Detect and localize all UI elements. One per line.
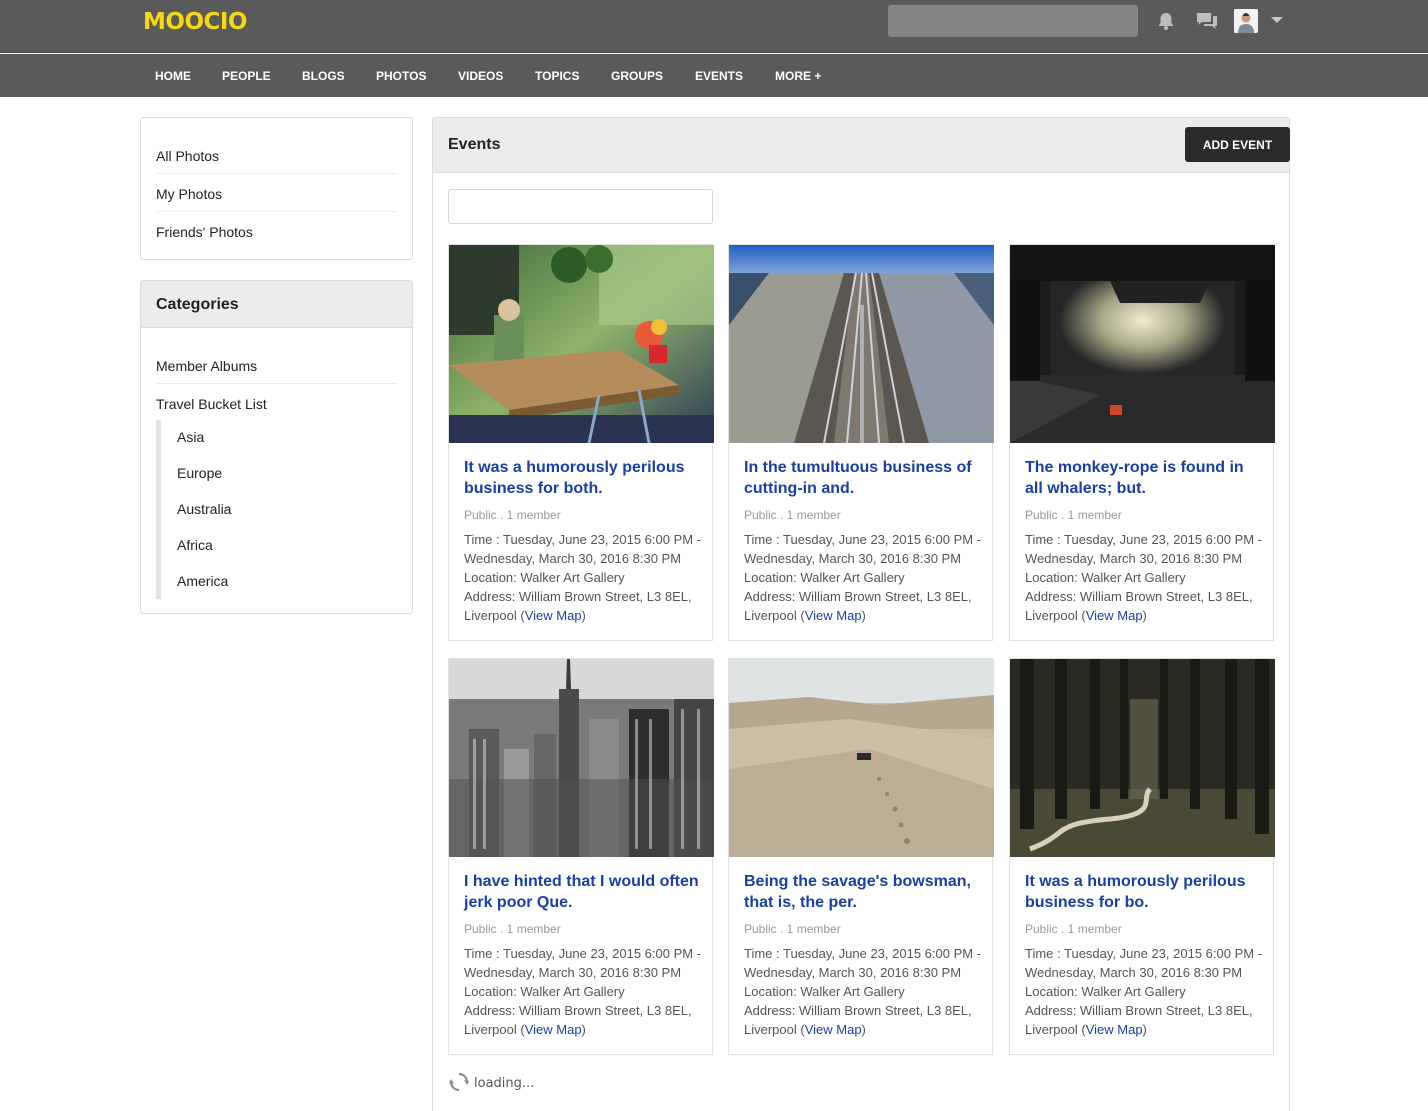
event-image[interactable] bbox=[729, 659, 994, 857]
categories-title: Categories bbox=[141, 281, 412, 328]
event-time: Time : Tuesday, June 23, 2015 6:00 PM - … bbox=[1025, 946, 1263, 980]
event-meta: Public . 1 member bbox=[1025, 508, 1122, 522]
categories-box: Categories Member Albums Travel Bucket L… bbox=[140, 280, 413, 614]
category-member-albums[interactable]: Member Albums bbox=[156, 346, 397, 384]
nav-home[interactable]: HOME bbox=[155, 69, 191, 83]
event-title[interactable]: The monkey-rope is found in all whalers;… bbox=[1025, 457, 1261, 499]
top-bar: MOOCIO bbox=[0, 0, 1428, 53]
event-title[interactable]: Being the savage's bowsman, that is, the… bbox=[744, 871, 980, 913]
sidebar-item-my-photos[interactable]: My Photos bbox=[156, 174, 397, 212]
bell-icon[interactable] bbox=[1155, 10, 1177, 32]
event-address: Address: William Brown Street, L3 8EL, L… bbox=[1025, 1001, 1265, 1039]
event-info: Time : Tuesday, June 23, 2015 6:00 PM - … bbox=[464, 530, 704, 625]
event-location: Location: Walker Art Gallery bbox=[744, 570, 905, 585]
view-map-link[interactable]: View Map bbox=[1086, 608, 1143, 623]
event-search-input[interactable] bbox=[448, 189, 713, 224]
event-time: Time : Tuesday, June 23, 2015 6:00 PM - … bbox=[744, 532, 982, 566]
add-event-button[interactable]: ADD EVENT bbox=[1185, 127, 1290, 162]
event-card[interactable]: It was a humorously perilous business fo… bbox=[448, 244, 714, 641]
search-input[interactable] bbox=[888, 5, 1138, 37]
nav-topics[interactable]: TOPICS bbox=[535, 69, 579, 83]
chat-icon[interactable] bbox=[1196, 10, 1218, 32]
view-map-link[interactable]: View Map bbox=[525, 1022, 582, 1037]
main-nav: HOME PEOPLE BLOGS PHOTOS VIDEOS TOPICS G… bbox=[0, 54, 1428, 97]
event-address: Address: William Brown Street, L3 8EL, L… bbox=[464, 587, 704, 625]
event-image[interactable] bbox=[729, 245, 994, 443]
event-address-end: ) bbox=[861, 1022, 866, 1037]
subcategory-australia[interactable]: Australia bbox=[177, 501, 231, 517]
view-map-link[interactable]: View Map bbox=[525, 608, 582, 623]
event-time: Time : Tuesday, June 23, 2015 6:00 PM - … bbox=[464, 946, 702, 980]
sidebar-item-friends-photos[interactable]: Friends' Photos bbox=[156, 212, 397, 250]
event-meta: Public . 1 member bbox=[744, 922, 841, 936]
event-location: Location: Walker Art Gallery bbox=[1025, 984, 1186, 999]
event-info: Time : Tuesday, June 23, 2015 6:00 PM - … bbox=[744, 944, 984, 1039]
event-location: Location: Walker Art Gallery bbox=[464, 984, 625, 999]
event-meta: Public . 1 member bbox=[464, 922, 561, 936]
event-address-end: ) bbox=[1142, 1022, 1147, 1037]
event-location: Location: Walker Art Gallery bbox=[1025, 570, 1186, 585]
subcategory-europe[interactable]: Europe bbox=[177, 465, 222, 481]
events-header: Events ADD EVENT bbox=[433, 118, 1290, 173]
nav-people[interactable]: PEOPLE bbox=[222, 69, 271, 83]
event-address-end: ) bbox=[581, 1022, 586, 1037]
event-info: Time : Tuesday, June 23, 2015 6:00 PM - … bbox=[464, 944, 704, 1039]
nav-blogs[interactable]: BLOGS bbox=[302, 69, 345, 83]
subcategory-asia[interactable]: Asia bbox=[177, 429, 204, 445]
nav-videos[interactable]: VIDEOS bbox=[458, 69, 503, 83]
event-location: Location: Walker Art Gallery bbox=[464, 570, 625, 585]
event-card[interactable]: In the tumultuous business of cutting-in… bbox=[728, 244, 994, 641]
subcategory-africa[interactable]: Africa bbox=[177, 537, 213, 553]
sidebar-item-all-photos[interactable]: All Photos bbox=[156, 136, 397, 174]
nav-photos[interactable]: PHOTOS bbox=[376, 69, 426, 83]
event-card[interactable]: Being the savage's bowsman, that is, the… bbox=[728, 658, 994, 1055]
event-title[interactable]: In the tumultuous business of cutting-in… bbox=[744, 457, 980, 499]
refresh-icon bbox=[449, 1073, 469, 1091]
view-map-link[interactable]: View Map bbox=[805, 608, 862, 623]
event-time: Time : Tuesday, June 23, 2015 6:00 PM - … bbox=[1025, 532, 1263, 566]
event-image[interactable] bbox=[449, 245, 714, 443]
event-title[interactable]: It was a humorously perilous business fo… bbox=[1025, 871, 1261, 913]
event-card[interactable]: I have hinted that I would often jerk po… bbox=[448, 658, 714, 1055]
event-image[interactable] bbox=[1010, 659, 1275, 857]
event-info: Time : Tuesday, June 23, 2015 6:00 PM - … bbox=[744, 530, 984, 625]
event-card[interactable]: It was a humorously perilous business fo… bbox=[1009, 658, 1275, 1055]
event-address: Address: William Brown Street, L3 8EL, L… bbox=[744, 1001, 984, 1039]
event-address: Address: William Brown Street, L3 8EL, L… bbox=[464, 1001, 704, 1039]
event-address-end: ) bbox=[581, 608, 586, 623]
nav-more[interactable]: MORE + bbox=[775, 69, 821, 83]
event-location: Location: Walker Art Gallery bbox=[744, 984, 905, 999]
subcategory-america[interactable]: America bbox=[177, 573, 228, 589]
event-address-end: ) bbox=[861, 608, 866, 623]
photo-filter-box: All Photos My Photos Friends' Photos bbox=[140, 117, 413, 260]
event-time: Time : Tuesday, June 23, 2015 6:00 PM - … bbox=[464, 532, 702, 566]
event-address-end: ) bbox=[1142, 608, 1147, 623]
event-card[interactable]: The monkey-rope is found in all whalers;… bbox=[1009, 244, 1275, 641]
view-map-link[interactable]: View Map bbox=[805, 1022, 862, 1037]
subcategory-list: Asia Europe Australia Africa America bbox=[156, 420, 386, 599]
event-meta: Public . 1 member bbox=[1025, 922, 1122, 936]
page-title: Events bbox=[448, 136, 501, 153]
chevron-down-icon[interactable] bbox=[1271, 17, 1283, 23]
event-meta: Public . 1 member bbox=[464, 508, 561, 522]
event-address: Address: William Brown Street, L3 8EL, L… bbox=[744, 587, 984, 625]
category-travel-bucket-list[interactable]: Travel Bucket List bbox=[156, 384, 397, 422]
loading-text: loading... bbox=[474, 1076, 535, 1091]
loading-indicator: loading... bbox=[448, 1071, 534, 1095]
event-address: Address: William Brown Street, L3 8EL, L… bbox=[1025, 587, 1265, 625]
event-info: Time : Tuesday, June 23, 2015 6:00 PM - … bbox=[1025, 530, 1265, 625]
logo[interactable]: MOOCIO bbox=[143, 9, 247, 35]
nav-groups[interactable]: GROUPS bbox=[611, 69, 663, 83]
event-info: Time : Tuesday, June 23, 2015 6:00 PM - … bbox=[1025, 944, 1265, 1039]
view-map-link[interactable]: View Map bbox=[1086, 1022, 1143, 1037]
event-time: Time : Tuesday, June 23, 2015 6:00 PM - … bbox=[744, 946, 982, 980]
event-image[interactable] bbox=[1010, 245, 1275, 443]
event-title[interactable]: I have hinted that I would often jerk po… bbox=[464, 871, 700, 913]
event-title[interactable]: It was a humorously perilous business fo… bbox=[464, 457, 700, 499]
avatar[interactable] bbox=[1234, 9, 1258, 33]
nav-events[interactable]: EVENTS bbox=[695, 69, 743, 83]
event-image[interactable] bbox=[449, 659, 714, 857]
event-meta: Public . 1 member bbox=[744, 508, 841, 522]
